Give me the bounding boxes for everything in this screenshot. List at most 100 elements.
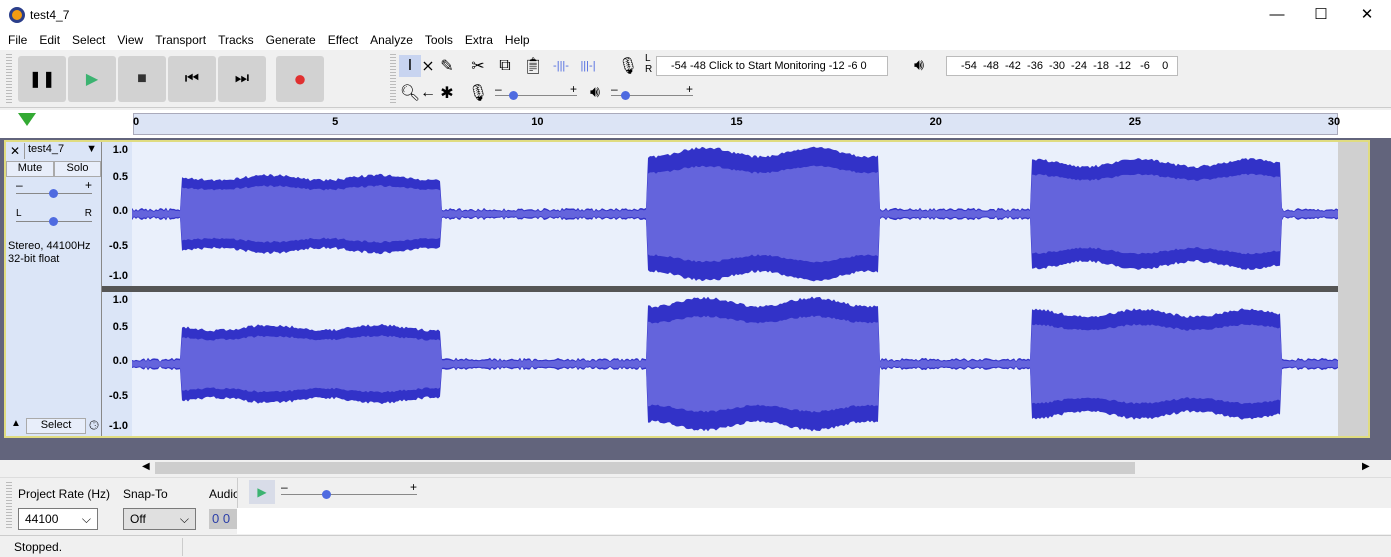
track-right-margin (1338, 142, 1368, 436)
ruler-tick-label: 5 (332, 116, 338, 128)
selection-toolbar: Project Rate (Hz) 44100 ⌵ Snap-To Off ⌵ Au… (0, 477, 1391, 533)
scroll-right-icon: ▶ (1362, 461, 1370, 472)
meter-scale: -12 -6 0 (829, 60, 867, 72)
stop-button[interactable]: ■ (118, 56, 166, 102)
track-bit-depth: 32-bit float (8, 253, 59, 265)
draw-tool-icon[interactable]: ✎ (436, 55, 458, 77)
waveform-rms (132, 315, 1338, 412)
pan-slider[interactable]: LR (16, 208, 92, 226)
ruler-tick-label: 10 (531, 116, 543, 128)
menu-tracks[interactable]: Tracks (212, 30, 260, 50)
track-format: Stereo, 44100Hz (8, 240, 91, 252)
track-control-panel: ✕ test4_7 ▼ Mute Solo – + LR Stereo, 44100… (6, 142, 102, 436)
playback-volume-icon: 🔊︎ (584, 82, 606, 104)
cut-icon[interactable]: ✂ (467, 55, 489, 77)
scrollbar-thumb[interactable] (155, 462, 1135, 474)
close-track-button[interactable]: ✕ (8, 144, 22, 158)
snap-to-select[interactable]: Off ⌵ (123, 508, 196, 530)
menu-transport[interactable]: Transport (149, 30, 212, 50)
playback-volume-slider[interactable]: – + (611, 84, 693, 100)
menu-view[interactable]: View (111, 30, 149, 50)
select-track-button[interactable]: Select (26, 418, 86, 434)
recording-volume-icon: 🎙︎ (467, 82, 489, 104)
amplitude-label: 0.0 (113, 355, 128, 367)
solo-button[interactable]: Solo (54, 161, 101, 177)
mute-button[interactable]: Mute (6, 161, 54, 177)
menu-analyze[interactable]: Analyze (364, 30, 419, 50)
menu-tools[interactable]: Tools (419, 30, 459, 50)
meter-scale: -54 -48 -42 -36 -30 -24 -18 -12 -6 0 (961, 60, 1168, 72)
pause-button[interactable]: ❚❚ (18, 56, 66, 102)
amplitude-label: -1.0 (109, 270, 128, 282)
ruler-tick-label: 15 (730, 116, 742, 128)
waveform-left-channel[interactable] (132, 142, 1338, 286)
project-rate-label: Project Rate (Hz) (18, 487, 110, 501)
waveform-right-channel[interactable] (132, 292, 1338, 436)
audio-position-field[interactable]: 0 0 (209, 509, 237, 529)
menu-extra[interactable]: Extra (459, 30, 499, 50)
amplitude-label: 1.0 (113, 144, 128, 156)
title-bar: test4_7 — ☐ ✕ (0, 0, 1391, 30)
menu-select[interactable]: Select (66, 30, 111, 50)
paste-icon[interactable]: 📋︎ (522, 55, 544, 77)
project-rate-select[interactable]: 44100 ⌵ (18, 508, 98, 530)
skip-to-end-button[interactable]: ⏭ (218, 56, 266, 102)
status-text: Stopped. (14, 540, 62, 554)
menu-file[interactable]: File (2, 30, 33, 50)
silence-audio-icon[interactable]: |||-| (577, 55, 599, 77)
track-name-menu[interactable]: test4_7 ▼ (24, 143, 100, 159)
playback-meter[interactable]: -54 -48 -42 -36 -30 -24 -18 -12 -6 0 (946, 56, 1178, 76)
amplitude-label: 0.5 (113, 321, 128, 333)
vertical-scale-right[interactable]: 1.0 0.5 0.0 -0.5 -1.0 (102, 292, 132, 436)
toolbar-grip[interactable] (6, 54, 12, 104)
scroll-left-icon: ◀ (142, 461, 150, 472)
tools-grip[interactable] (390, 54, 396, 104)
menu-bar: File Edit Select View Transport Tracks G… (0, 30, 1391, 50)
amplitude-label: 0.5 (113, 171, 128, 183)
status-bar: Stopped. (0, 535, 1391, 557)
multi-tool-icon[interactable]: ✱ (436, 82, 458, 104)
recording-volume-slider[interactable]: – + (495, 84, 577, 100)
ruler-tick-label: 0 (133, 116, 139, 128)
horizontal-scrollbar[interactable]: ◀ ▶ (0, 460, 1391, 476)
skip-to-start-button[interactable]: ⏮ (168, 56, 216, 102)
ruler-tick-label: 30 (1328, 116, 1340, 128)
play-at-speed-button[interactable]: ▶ (249, 480, 275, 504)
menu-generate[interactable]: Generate (260, 30, 322, 50)
audio-position-label: Audio (209, 487, 237, 501)
recording-meter[interactable]: -54 -48 Click to Start Monitoring -12 -6… (656, 56, 888, 76)
minimize-button[interactable]: — (1254, 0, 1300, 30)
gain-slider[interactable]: – + (16, 180, 92, 198)
ruler-tick-label: 20 (930, 116, 942, 128)
trim-audio-icon[interactable]: -|||- (550, 55, 572, 77)
window-title: test4_7 (30, 8, 69, 22)
ruler-tick-label: 25 (1129, 116, 1141, 128)
copy-icon[interactable]: ⧉ (494, 55, 516, 77)
collapse-track-button[interactable]: ▲ (8, 418, 24, 434)
chevron-down-icon: ▼ (86, 143, 97, 155)
start-monitoring-text[interactable]: Click to Start Monitoring (709, 60, 826, 72)
close-button[interactable]: ✕ (1344, 0, 1390, 30)
record-button[interactable]: ● (276, 56, 324, 102)
amplitude-label: 1.0 (113, 294, 128, 306)
lr-label: L R (645, 53, 653, 75)
snap-to-label: Snap-To (123, 487, 168, 501)
chevron-down-icon: ⌵ (82, 512, 91, 527)
timeline-options-icon[interactable] (18, 113, 36, 126)
menu-help[interactable]: Help (499, 30, 536, 50)
clock-icon[interactable]: 🕓︎ (86, 418, 102, 434)
speaker-icon[interactable]: 🔊︎ (908, 55, 930, 77)
menu-edit[interactable]: Edit (33, 30, 66, 50)
play-button[interactable]: ▶ (68, 56, 116, 102)
maximize-button[interactable]: ☐ (1298, 0, 1344, 30)
menu-effect[interactable]: Effect (322, 30, 364, 50)
microphone-icon[interactable]: 🎙︎ (617, 55, 639, 77)
audacity-logo-icon (9, 7, 25, 23)
meter-scale: -54 -48 (671, 60, 706, 72)
play-speed-slider[interactable]: – + (281, 482, 417, 498)
vertical-scale-left[interactable]: 1.0 0.5 0.0 -0.5 -1.0 (102, 142, 132, 286)
amplitude-label: 0.0 (113, 205, 128, 217)
chevron-down-icon: ⌵ (180, 512, 189, 527)
amplitude-label: -0.5 (109, 390, 128, 402)
amplitude-label: -0.5 (109, 240, 128, 252)
